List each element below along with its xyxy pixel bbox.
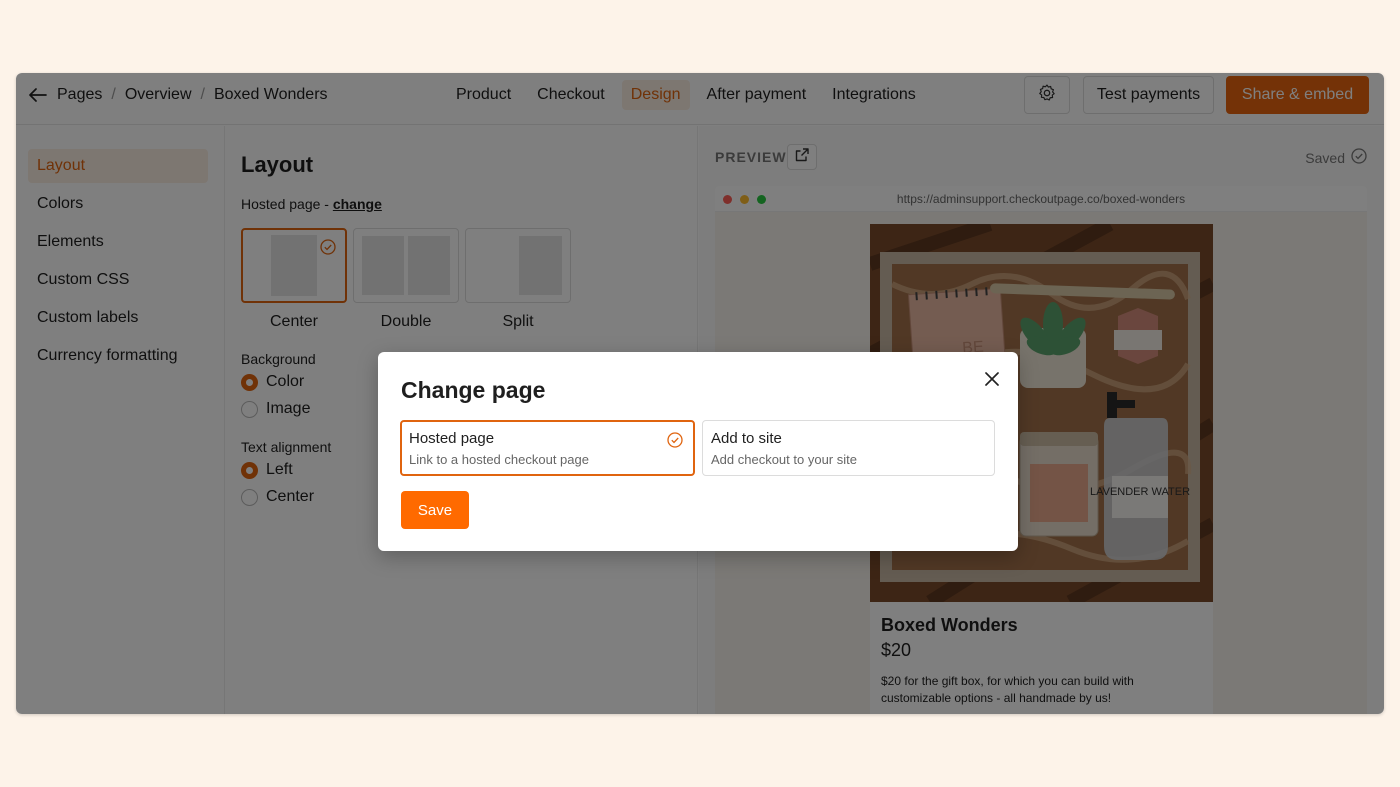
option-add-to-site[interactable]: Add to site Add checkout to your site	[702, 420, 995, 476]
change-page-modal: Change page Hosted page Link to a hosted…	[378, 352, 1018, 551]
modal-title: Change page	[401, 377, 546, 403]
save-button[interactable]: Save	[401, 491, 469, 529]
option-subtitle: Add checkout to your site	[711, 452, 857, 467]
option-subtitle: Link to a hosted checkout page	[409, 452, 589, 467]
close-icon[interactable]	[981, 368, 1003, 390]
option-title: Hosted page	[409, 430, 495, 447]
check-circle-icon	[667, 432, 683, 453]
option-hosted-page[interactable]: Hosted page Link to a hosted checkout pa…	[400, 420, 695, 476]
option-title: Add to site	[711, 430, 782, 447]
